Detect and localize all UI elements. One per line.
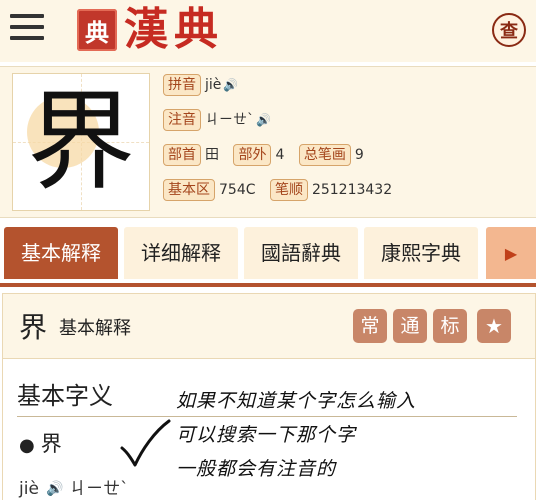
panel-char: 界 [19,311,48,344]
tab-kangxi[interactable]: 康熙字典 [364,227,478,279]
divider [17,416,517,417]
pinyin-value: jiè [205,77,222,93]
logo-seal: 典 [77,9,117,51]
panel-title: 基本解释 [59,318,131,339]
annotation-line: 一般都会有注音的 [176,458,337,480]
character-display: 界 [12,73,150,211]
panel-header: 界 基本解释 常 通 标 ★ [3,294,535,359]
outer-strokes-value: 4 [275,147,285,163]
basic-block-value: 754C [219,182,256,198]
stroke-order-tag: 笔顺 [269,179,308,201]
definition-tabs: 基本解释 详细解释 國語辭典 康熙字典 ▶ [0,223,536,287]
big-character: 界 [26,80,135,205]
annotation-line: 可以搜索一下那个字 [176,424,357,446]
radical-tag: 部首 [163,144,201,166]
pinyin-row: 拼音 jiè 🔊 [163,74,238,96]
section-title: 基本字义 [17,382,113,410]
bullet-icon: ● [19,435,35,456]
hamburger-icon[interactable] [10,14,44,44]
tab-basic[interactable]: 基本解释 [4,227,118,279]
entry-char: 界 [40,432,62,456]
zhuyin-value: ㄐㄧㄝˋ [205,112,254,128]
speaker-icon[interactable]: 🔊 [223,78,238,92]
entry-pinyin: jiè [19,479,39,499]
speaker-icon[interactable]: 🔊 [256,113,271,127]
general-badge[interactable]: 通 [393,309,427,343]
character-info-card: 界 拼音 jiè 🔊 注音 ㄐㄧㄝˋ 🔊 部首田 部外 4 总笔画 9 基本区 754C 笔顺… [0,66,536,218]
total-strokes-value: 9 [354,147,364,163]
outer-strokes-tag: 部外 [233,144,272,166]
zhuyin-tag: 注音 [163,109,201,131]
entry-pronunciation: jiè 🔊 ㄐㄧㄝˋ [19,474,129,499]
zhuyin-row: 注音 ㄐㄧㄝˋ 🔊 [163,109,271,131]
tab-guoyu[interactable]: 國語辭典 [244,227,358,279]
pinyin-tag: 拼音 [163,74,201,96]
app-header: 典 漢典 查 [0,0,536,62]
tab-detailed[interactable]: 详细解释 [124,227,238,279]
unicode-row: 基本区 754C 笔顺 251213432 [163,179,392,201]
star-icon[interactable]: ★ [477,309,511,343]
checkmark-icon [120,419,171,467]
basic-block-tag: 基本区 [163,179,215,201]
entry-zhuyin: ㄐㄧㄝˋ [69,479,129,499]
stroke-order-value: 251213432 [311,182,393,198]
total-strokes-tag: 总笔画 [298,144,351,166]
radical-row: 部首田 部外 4 总笔画 9 [163,144,364,166]
entry-headword: ● 界 [19,428,62,458]
common-badge[interactable]: 常 [353,309,387,343]
standard-badge[interactable]: 标 [433,309,467,343]
search-button[interactable]: 查 [492,13,526,47]
radical-value[interactable]: 田 [205,147,219,163]
chevron-right-icon[interactable]: ▶ [486,227,536,279]
annotation-line: 如果不知道某个字怎么输入 [176,390,417,412]
logo-text[interactable]: 漢典 [124,2,224,58]
page: 典 漢典 查 界 拼音 jiè 🔊 注音 ㄐㄧㄝˋ 🔊 部首田 部外 4 总笔画 9 基本区… [0,0,536,500]
speaker-icon[interactable]: 🔊 [46,481,63,497]
